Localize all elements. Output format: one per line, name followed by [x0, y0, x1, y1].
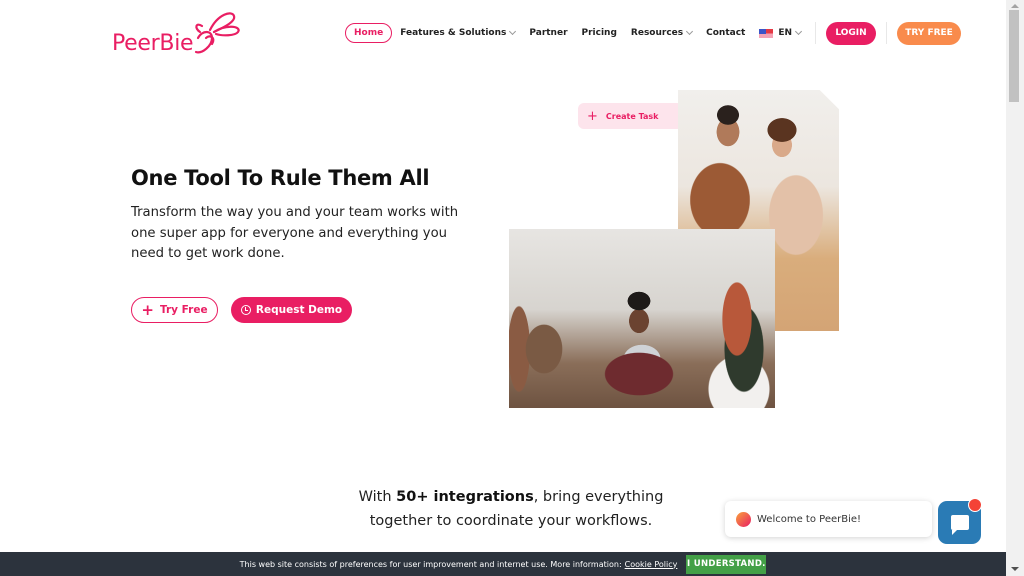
logo-text: PeerBie	[112, 31, 194, 56]
bee-icon	[194, 12, 240, 54]
notification-badge	[968, 498, 982, 512]
create-task-chip: + Create Task	[578, 103, 683, 129]
cookie-accept-button[interactable]: I UNDERSTAND.	[686, 554, 767, 574]
nav-resources-label: Resources	[630, 28, 684, 38]
login-button[interactable]: LOGIN	[826, 21, 877, 45]
nav-contact[interactable]: Contact	[706, 28, 745, 38]
nav-resources[interactable]: Resources	[630, 27, 694, 38]
hero-title: One Tool To Rule Them All	[131, 166, 430, 190]
cookie-banner: This web site consists of preferences fo…	[0, 552, 1006, 576]
cookie-policy-link[interactable]: Cookie Policy	[625, 560, 678, 569]
scroll-up-arrow-icon[interactable]	[1011, 4, 1019, 8]
main-nav: Home Features & Solutions Partner Pricin…	[345, 21, 962, 45]
language-selector[interactable]: EN	[759, 27, 803, 38]
site-header: PeerBie Home Features & Solutions Partne…	[0, 0, 1006, 66]
nav-features-label: Features & Solutions	[400, 28, 507, 38]
nav-divider	[815, 22, 817, 44]
integrations-highlight: 50+ integrations	[396, 489, 534, 505]
nav-contact-label: Contact	[706, 28, 746, 38]
nav-features-solutions[interactable]: Features & Solutions	[400, 27, 517, 38]
chevron-down-icon	[794, 27, 803, 36]
us-flag-icon	[759, 28, 774, 38]
chat-welcome-text: Welcome to PeerBie!	[757, 513, 862, 525]
clock-icon	[240, 305, 251, 315]
plus-icon: +	[141, 300, 154, 319]
plus-icon: +	[587, 108, 598, 124]
scroll-down-arrow-icon[interactable]	[1011, 567, 1019, 571]
hero-description: Transform the way you and your team work…	[131, 205, 459, 261]
peerbie-avatar-icon	[736, 511, 751, 527]
nav-pricing[interactable]: Pricing	[582, 28, 617, 38]
chevron-down-icon	[686, 27, 694, 36]
chat-welcome-popup[interactable]: Welcome to PeerBie!	[725, 501, 932, 537]
chat-bubble-icon	[950, 515, 969, 535]
scrollbar-thumb[interactable]	[1009, 10, 1019, 102]
cookie-text: This web site consists of preferences fo…	[239, 559, 622, 569]
language-label: EN	[778, 28, 793, 38]
try-free-button[interactable]: + Try Free	[131, 297, 218, 323]
request-demo-label: Request Demo	[255, 304, 343, 316]
nav-partner[interactable]: Partner	[529, 28, 567, 38]
nav-pricing-label: Pricing	[581, 28, 617, 38]
create-task-label: Create Task	[605, 111, 659, 121]
try-free-header-button[interactable]: TRY FREE	[897, 21, 962, 45]
nav-partner-label: Partner	[529, 28, 568, 38]
vertical-scrollbar[interactable]	[1006, 0, 1024, 576]
team-photo-meeting	[509, 229, 775, 408]
integrations-text: With 50+ integrations, bring everything …	[330, 485, 692, 533]
request-demo-button[interactable]: Request Demo	[231, 297, 352, 323]
integrations-prefix: With	[358, 489, 397, 505]
nav-home-label: Home	[354, 28, 384, 38]
try-free-label: Try Free	[159, 304, 208, 316]
nav-divider	[886, 22, 888, 44]
nav-home[interactable]: Home	[345, 23, 393, 43]
chevron-down-icon	[509, 27, 517, 36]
peerbie-logo[interactable]: PeerBie	[112, 8, 244, 58]
